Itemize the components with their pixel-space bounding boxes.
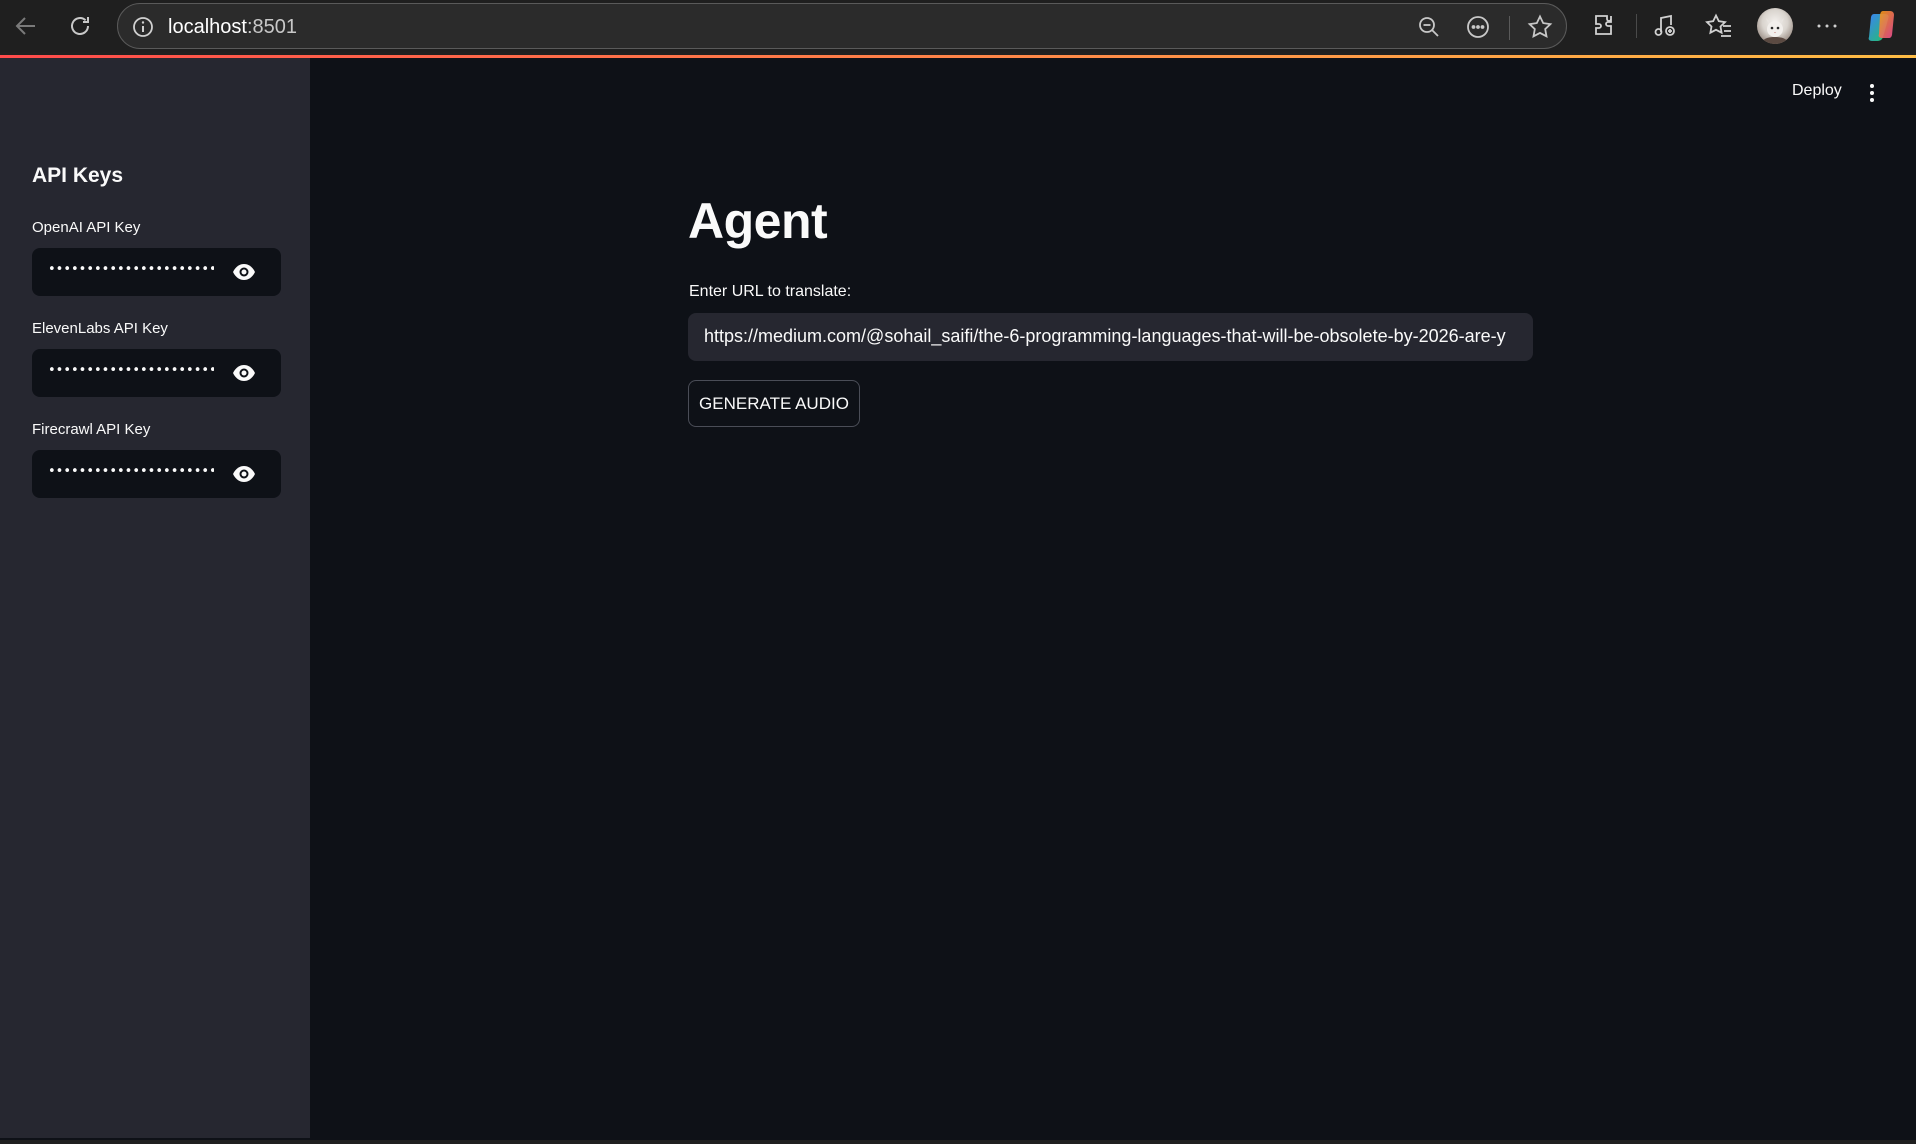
copilot-icon[interactable] xyxy=(1866,9,1900,43)
generate-audio-button[interactable]: GENERATE AUDIO xyxy=(688,380,860,427)
eye-icon xyxy=(233,264,255,280)
page-title: Agent xyxy=(688,193,828,249)
reading-mode-icon[interactable] xyxy=(1465,14,1491,40)
profile-avatar[interactable] xyxy=(1757,8,1793,44)
openai-key-label: OpenAI API Key xyxy=(32,219,141,236)
url-input-value[interactable]: https://medium.com/@sohail_saifi/the-6-p… xyxy=(704,326,1506,347)
elevenlabs-key-value[interactable]: •••••••••••••••••••••••••••• xyxy=(48,363,214,378)
site-info-icon[interactable] xyxy=(132,16,154,38)
extensions-icon[interactable] xyxy=(1589,10,1621,42)
browser-toolbar: localhost:8501 xyxy=(0,0,1916,52)
url-input[interactable]: https://medium.com/@sohail_saifi/the-6-p… xyxy=(688,313,1533,361)
openai-key-value[interactable]: •••••••••••••••••••••••••••• xyxy=(48,262,214,277)
firecrawl-key-input[interactable]: •••••••••••••••••••••••••••• xyxy=(32,450,281,498)
media-icon[interactable] xyxy=(1649,10,1681,42)
firecrawl-key-label: Firecrawl API Key xyxy=(32,421,151,438)
url-port: :8501 xyxy=(246,16,297,38)
zoom-out-icon[interactable] xyxy=(1416,14,1442,40)
show-password-button[interactable] xyxy=(231,260,257,284)
main-menu-button[interactable] xyxy=(1862,78,1882,108)
back-icon xyxy=(15,17,35,35)
favorites-icon[interactable] xyxy=(1703,10,1735,42)
window-bottom-edge xyxy=(0,1140,1916,1144)
show-password-button[interactable] xyxy=(231,361,257,385)
url-host: localhost xyxy=(168,16,247,38)
address-divider xyxy=(1509,16,1510,40)
openai-key-input[interactable]: •••••••••••••••••••••••••••• xyxy=(32,248,281,296)
toolbar-divider xyxy=(1636,14,1637,38)
refresh-button[interactable] xyxy=(62,8,98,44)
deploy-button[interactable]: Deploy xyxy=(1792,82,1842,100)
cat-avatar-icon xyxy=(1761,18,1789,44)
sidebar-title: API Keys xyxy=(32,164,124,187)
address-url[interactable]: localhost:8501 xyxy=(168,16,297,39)
address-bar[interactable]: localhost:8501 xyxy=(117,3,1567,49)
elevenlabs-key-input[interactable]: •••••••••••••••••••••••••••• xyxy=(32,349,281,397)
show-password-button[interactable] xyxy=(231,462,257,486)
favorite-star-icon[interactable] xyxy=(1527,14,1553,40)
sidebar: API Keys OpenAI API Key ••••••••••••••••… xyxy=(0,58,310,1138)
back-button[interactable] xyxy=(8,8,44,44)
vertical-dots-icon xyxy=(1870,84,1874,102)
refresh-icon xyxy=(71,17,89,35)
elevenlabs-key-label: ElevenLabs API Key xyxy=(32,320,168,337)
eye-icon xyxy=(233,466,255,482)
url-input-label: Enter URL to translate: xyxy=(689,283,852,300)
eye-icon xyxy=(233,365,255,381)
more-icon[interactable] xyxy=(1811,10,1843,42)
app-container: API Keys OpenAI API Key ••••••••••••••••… xyxy=(0,58,1916,1140)
firecrawl-key-value[interactable]: •••••••••••••••••••••••••••• xyxy=(48,464,214,479)
